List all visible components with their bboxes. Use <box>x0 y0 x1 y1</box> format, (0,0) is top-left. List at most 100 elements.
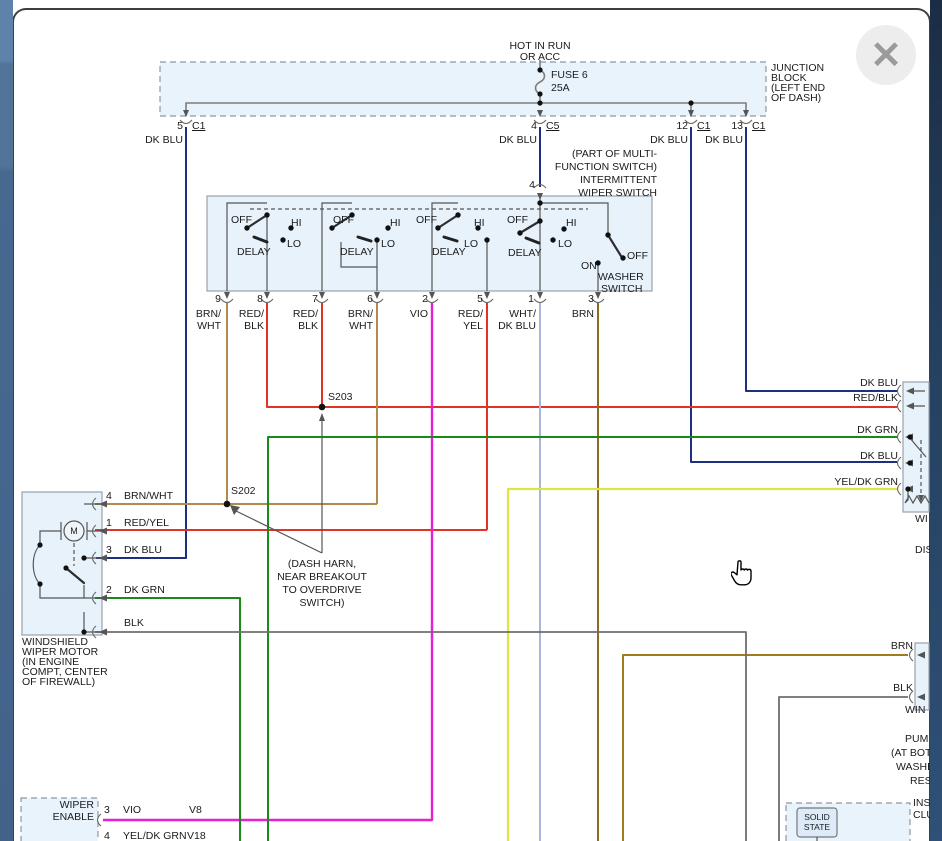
hand-cursor-icon <box>731 560 752 586</box>
connector-id: C1 <box>752 120 766 132</box>
wire-color-label: VIO <box>123 804 142 816</box>
pump-caption-fragment: WIN <box>905 704 926 716</box>
solid-state-label: STATE <box>803 822 831 832</box>
switch-pos-lo: LO <box>381 238 396 250</box>
connector-pin: 13 <box>731 120 743 132</box>
pump-caption-fragment: RES <box>910 775 932 787</box>
multifunction-note: FUNCTION SWITCH) <box>554 161 657 173</box>
enable-pin-number: 3 <box>104 804 110 816</box>
output-pin: 1 <box>528 293 534 305</box>
dash-harn-note: TO OVERDRIVE <box>282 584 362 596</box>
wire-red <box>95 303 897 531</box>
multifunction-note: INTERMITTENT <box>580 174 657 186</box>
washer-switch-label: SWITCH <box>601 283 643 295</box>
window-left-edge <box>0 0 13 841</box>
switch-pos-hi: HI <box>291 217 302 229</box>
close-button[interactable]: ✕ <box>856 25 916 85</box>
switch-pos-delay: DELAY <box>340 246 374 258</box>
wire-color-label: BRN/ <box>347 308 373 320</box>
washer-pos-on: ON <box>581 260 597 272</box>
switch-pos-hi: HI <box>566 217 577 229</box>
diagram-viewer: HOT IN RUN OR ACC FUSE 6 25A JUNCTION BL… <box>0 0 942 841</box>
wire-color-label: DK BLU <box>860 377 898 389</box>
wire-color-label: BRN/WHT <box>124 490 173 502</box>
wire-color-label: DK BLU <box>705 134 743 146</box>
wire-color-label: RED/ <box>457 308 483 320</box>
connector-id: C5 <box>546 120 560 132</box>
wire-brn-wht <box>95 303 378 505</box>
pump-caption-fragment: (AT BOT <box>891 747 932 759</box>
wire-color-label: YEL/DK GRN <box>834 476 898 488</box>
wiper-motor-box <box>21 491 103 636</box>
switch-pos-off: OFF <box>333 214 354 226</box>
dash-harn-note: (DASH HARN, <box>287 558 357 570</box>
wire-color-label: WHT/ <box>509 308 536 320</box>
wire-color-label: DK BLU <box>498 320 536 332</box>
motor-pin-number: 3 <box>106 544 112 556</box>
wire-color-label: WHT <box>349 320 373 332</box>
switch-pos-delay: DELAY <box>508 247 542 259</box>
output-pin: 6 <box>367 293 373 305</box>
switch-pos-off: OFF <box>416 214 437 226</box>
connector-pin: 12 <box>676 120 688 132</box>
wiring-diagram-canvas <box>20 60 930 841</box>
wire-color-label: DK BLU <box>124 544 162 556</box>
enable-pin-number: 4 <box>104 830 110 841</box>
pump-caption-fragment: PUM <box>905 733 929 745</box>
wiper-switch-box <box>206 195 653 292</box>
wire-color-label: RED/YEL <box>124 517 169 529</box>
motor-pin-number: 2 <box>106 584 112 596</box>
wire-color-label: VIO <box>409 308 428 320</box>
hot-label: OR ACC <box>519 51 561 63</box>
wire-color-label: RED/ <box>238 308 264 320</box>
motor-pin-number: 1 <box>106 517 112 529</box>
splice-label: S203 <box>328 391 353 403</box>
wire-color-label: BLK <box>244 320 264 332</box>
connector-pin: 5 <box>177 120 183 132</box>
solid-state-label: SOLID <box>804 812 830 822</box>
wire-color-label: RED/ <box>292 308 318 320</box>
hot-label: HOT IN RUN <box>509 40 571 52</box>
wire-color-label: BLK <box>298 320 318 332</box>
wire-color-label: RED/BLK <box>853 392 898 404</box>
splice-s203-dot <box>318 403 326 411</box>
motor-pin-number: 4 <box>106 490 112 502</box>
wire-color-label: DK BLU <box>499 134 537 146</box>
close-icon: ✕ <box>870 34 902 77</box>
output-pin: 9 <box>215 293 221 305</box>
switch-pos-delay: DELAY <box>432 246 466 258</box>
switch-pos-lo: LO <box>287 238 302 250</box>
wire-color-label: BRN <box>890 640 913 652</box>
wire-color-label: WHT <box>197 320 221 332</box>
dash-harn-note: NEAR BREAKOUT <box>277 571 367 583</box>
switch-pos-lo: LO <box>558 238 573 250</box>
switch-output-connectors <box>220 292 605 304</box>
module-caption-fragment: WI <box>915 513 928 525</box>
multifunction-note: WIPER SWITCH <box>578 187 657 199</box>
fuse-name: FUSE 6 <box>551 69 588 81</box>
connector-id: C1 <box>192 120 206 132</box>
wire-yel-dk-grn <box>506 487 897 841</box>
wire-color-label: YEL/DK GRN <box>123 830 187 841</box>
switch-pos-hi: HI <box>474 217 485 229</box>
wire-color-label: YEL <box>463 320 483 332</box>
wire-color-label: BRN/ <box>195 308 221 320</box>
switch-pos-hi: HI <box>390 217 401 229</box>
right-module-box <box>902 381 930 513</box>
wiper-enable-caption: ENABLE <box>52 811 94 823</box>
output-pin: 8 <box>257 293 263 305</box>
wire-color-label: DK BLU <box>860 450 898 462</box>
wire-color-label: BRN <box>571 308 594 320</box>
wire-color-label: DK BLU <box>650 134 688 146</box>
wire-color-label: DK GRN <box>124 584 165 596</box>
circuit-number: V8 <box>189 804 202 816</box>
wiper-enable-caption: WIPER <box>59 799 94 811</box>
motor-caption: OF FIREWALL) <box>22 676 96 688</box>
wire-color-label: BLK <box>124 617 144 629</box>
junction-caption: OF DASH) <box>771 92 822 104</box>
wire-color-label: BLK <box>893 682 913 694</box>
fuse-rating: 25A <box>551 82 570 94</box>
window-right-edge[interactable] <box>930 0 942 841</box>
wire-dk-grn <box>95 436 897 841</box>
multifunction-note: (PART OF MULTI- <box>572 148 657 160</box>
